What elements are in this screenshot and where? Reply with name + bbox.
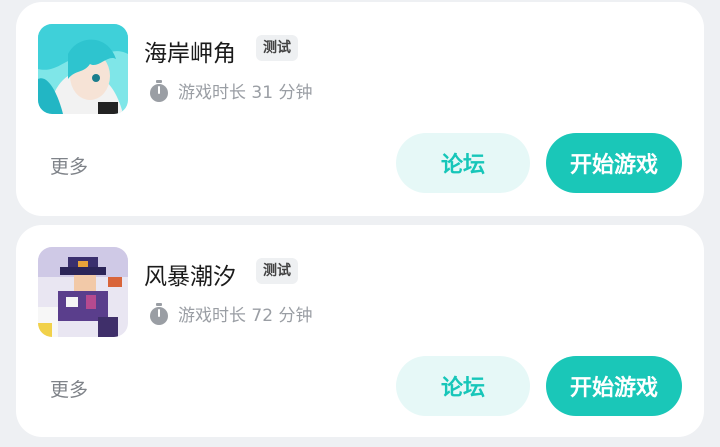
stopwatch-icon <box>148 302 170 326</box>
game-card[interactable]: 海岸岬角 测试 游戏时长 31 分钟 更多 论坛 开始游戏 <box>16 2 704 216</box>
playtime-text: 游戏时长 31 分钟 <box>178 83 313 103</box>
test-badge: 测试 <box>256 258 298 284</box>
game-cover-image[interactable] <box>38 24 128 114</box>
forum-button[interactable]: 论坛 <box>396 356 530 416</box>
game-title: 风暴潮汐 <box>144 264 236 290</box>
start-game-button[interactable]: 开始游戏 <box>546 356 682 416</box>
test-badge: 测试 <box>256 35 298 61</box>
playtime-row: 游戏时长 72 分钟 <box>148 301 312 326</box>
pixel-art-cover-icon <box>38 247 128 337</box>
game-cover-image[interactable] <box>38 247 128 337</box>
start-game-button[interactable]: 开始游戏 <box>546 133 682 193</box>
forum-button[interactable]: 论坛 <box>396 133 530 193</box>
more-link[interactable]: 更多 <box>50 152 88 179</box>
anime-character-cover-icon <box>38 24 128 114</box>
playtime-row: 游戏时长 31 分钟 <box>148 78 312 103</box>
stopwatch-icon <box>148 79 170 103</box>
more-link[interactable]: 更多 <box>50 375 88 402</box>
game-title: 海岸岬角 <box>144 41 236 67</box>
playtime-text: 游戏时长 72 分钟 <box>178 306 313 326</box>
game-card[interactable]: 风暴潮汐 测试 游戏时长 72 分钟 更多 论坛 开始游戏 <box>16 225 704 437</box>
